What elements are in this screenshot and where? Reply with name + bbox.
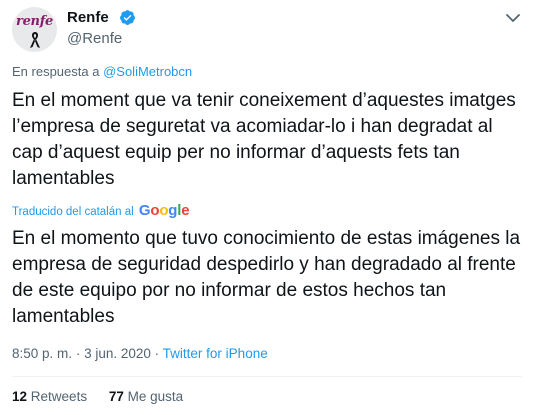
meta-separator: · — [154, 346, 160, 361]
chevron-down-icon[interactable] — [503, 8, 523, 28]
retweets-stat[interactable]: 12 Retweets — [12, 389, 87, 404]
translated-by-label: Traducido del catalán al — [12, 206, 134, 218]
reply-prefix: En respuesta a — [12, 64, 100, 79]
mourning-ribbon-icon — [30, 32, 40, 48]
avatar-logo: renfe — [16, 14, 53, 29]
display-name[interactable]: Renfe — [67, 9, 109, 26]
handle[interactable]: @Renfe — [67, 30, 122, 47]
verified-badge-icon — [120, 10, 135, 25]
divider — [12, 376, 522, 377]
reply-context: En respuesta a @SoliMetrobcn — [12, 64, 192, 79]
avatar[interactable]: renfe — [12, 7, 57, 52]
translated-tweet-text: En el momento que tuvo conocimiento de e… — [12, 228, 521, 327]
likes-label: Me gusta — [127, 389, 184, 404]
tweet-stats: 12 Retweets 77 Me gusta — [12, 389, 201, 404]
tweet-date[interactable]: 3 jun. 2020 — [84, 346, 151, 361]
tweet-source-link[interactable]: Twitter for iPhone — [163, 346, 268, 361]
tweet-card: renfe Renfe @Renfe En respuesta a @SoliM… — [0, 0, 534, 415]
retweets-label: Retweets — [30, 389, 88, 404]
tweet-time[interactable]: 8:50 p. m. — [12, 346, 72, 361]
likes-count: 77 — [108, 389, 124, 404]
tweet-metadata: 8:50 p. m. · 3 jun. 2020 · Twitter for i… — [12, 346, 268, 361]
tweet-text: En el moment que va tenir coneixement d’… — [12, 90, 516, 189]
google-logo: Google — [138, 202, 190, 219]
retweets-count: 12 — [12, 389, 28, 404]
reply-to-user-link[interactable]: @SoliMetrobcn — [103, 64, 192, 79]
likes-stat[interactable]: 77 Me gusta — [109, 389, 183, 404]
meta-separator: · — [75, 346, 81, 361]
translation-attribution[interactable]: Traducido del catalán al Google — [12, 202, 190, 219]
